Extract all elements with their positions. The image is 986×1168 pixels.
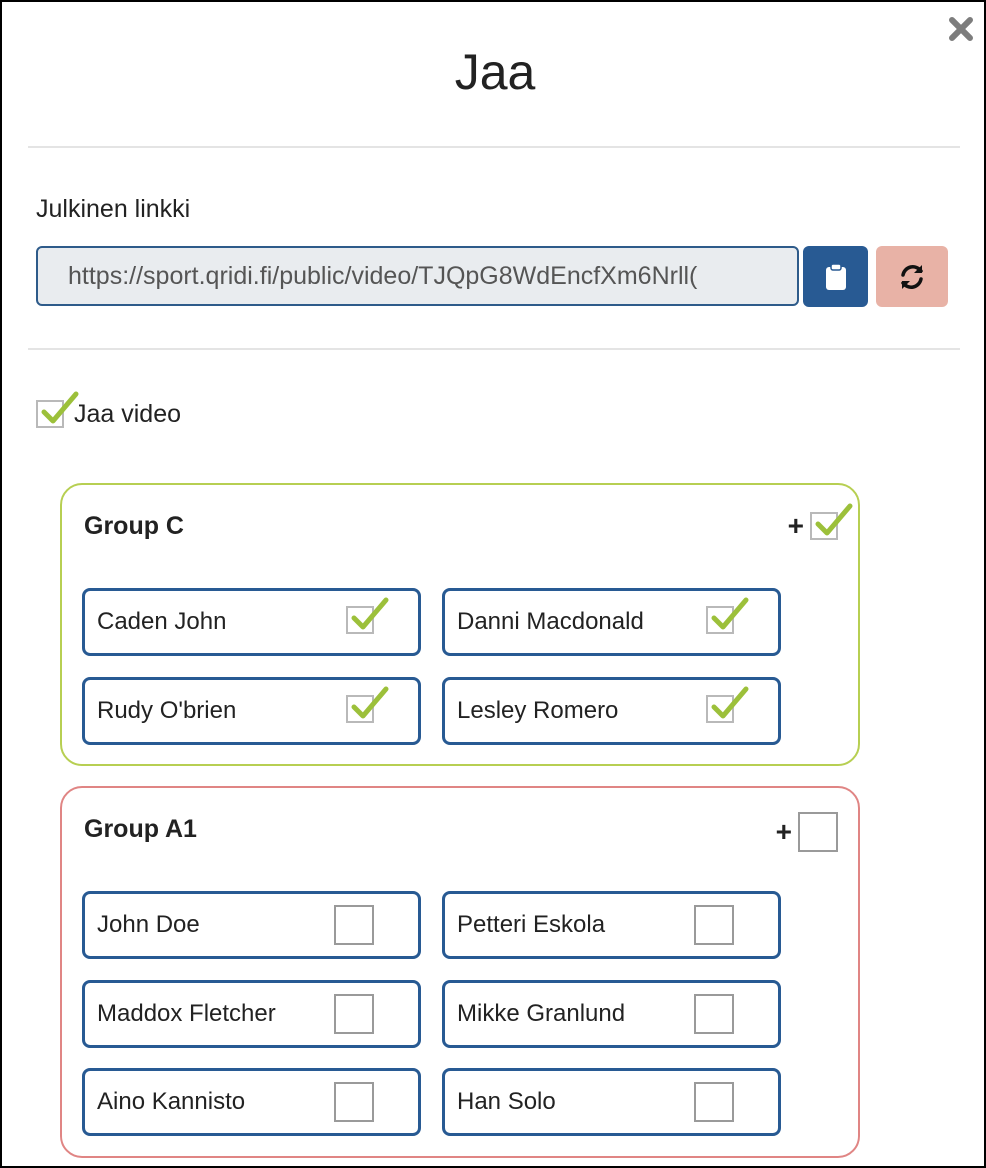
member-card[interactable]: Rudy O'brien <box>82 677 421 745</box>
member-checkbox[interactable] <box>694 994 734 1034</box>
member-checkbox[interactable] <box>694 1082 734 1122</box>
divider <box>28 146 960 148</box>
checkmark-icon <box>711 686 749 719</box>
member-card[interactable]: Maddox Fletcher <box>82 980 421 1048</box>
member-card[interactable]: Danni Macdonald <box>442 588 781 656</box>
member-checkbox[interactable] <box>706 686 749 723</box>
refresh-icon <box>901 264 923 289</box>
share-video-label: Jaa video <box>74 399 182 428</box>
member-checkbox[interactable] <box>694 905 734 945</box>
member-name: Caden John <box>97 608 227 635</box>
member-name: Mikke Granlund <box>457 1000 626 1027</box>
member-checkbox[interactable] <box>334 1082 374 1122</box>
plus-icon: + <box>787 510 804 541</box>
member-card[interactable]: Caden John <box>82 588 421 656</box>
close-icon <box>949 17 973 41</box>
share-dialog: Jaa Julkinen linkki Jaa video Group C + <box>0 0 986 1168</box>
member-name: Aino Kannisto <box>97 1088 246 1115</box>
copy-link-button[interactable] <box>803 246 868 307</box>
checkmark-icon <box>351 686 389 719</box>
checkmark-icon <box>351 597 389 630</box>
member-name: Rudy O'brien <box>97 697 237 724</box>
member-name: John Doe <box>97 911 200 938</box>
member-card[interactable]: John Doe <box>82 891 421 959</box>
member-name: Maddox Fletcher <box>97 1000 276 1027</box>
member-checkbox[interactable] <box>346 686 389 723</box>
member-card[interactable]: Petteri Eskola <box>442 891 781 959</box>
member-name: Han Solo <box>457 1088 556 1115</box>
checkmark-icon <box>711 597 749 630</box>
share-video-toggle[interactable]: Jaa video <box>36 391 182 432</box>
group-checkbox[interactable] <box>810 503 853 540</box>
public-link-label: Julkinen linkki <box>36 195 191 223</box>
member-checkbox[interactable] <box>706 597 749 634</box>
dialog-title: Jaa <box>454 44 536 100</box>
member-checkbox[interactable] <box>346 597 389 634</box>
member-card[interactable]: Mikke Granlund <box>442 980 781 1048</box>
group-title: Group A1 <box>84 815 197 843</box>
member-checkbox[interactable] <box>334 994 374 1034</box>
group-select-all[interactable]: + <box>787 503 853 543</box>
member-checkbox[interactable] <box>334 905 374 945</box>
group-card-a1: Group A1 + John Doe Petteri Eskola Maddo… <box>60 786 860 1158</box>
member-name: Petteri Eskola <box>457 911 606 938</box>
member-name: Lesley Romero <box>457 697 619 724</box>
checkmark-icon <box>41 391 79 424</box>
plus-icon: + <box>775 816 792 847</box>
divider <box>28 348 960 350</box>
group-title: Group C <box>84 512 184 540</box>
clipboard-icon <box>825 262 846 290</box>
group-select-all[interactable]: + <box>776 812 838 852</box>
member-name: Danni Macdonald <box>457 608 644 635</box>
public-link-input[interactable] <box>36 246 799 306</box>
regenerate-link-button[interactable] <box>876 246 948 307</box>
checkmark-icon <box>815 503 853 536</box>
group-checkbox[interactable] <box>798 812 838 852</box>
member-card[interactable]: Aino Kannisto <box>82 1068 421 1136</box>
share-video-checkbox[interactable] <box>36 391 79 428</box>
member-card[interactable]: Han Solo <box>442 1068 781 1136</box>
group-card-c: Group C + Caden John Danni Macdonald Rud… <box>60 483 860 766</box>
member-card[interactable]: Lesley Romero <box>442 677 781 745</box>
